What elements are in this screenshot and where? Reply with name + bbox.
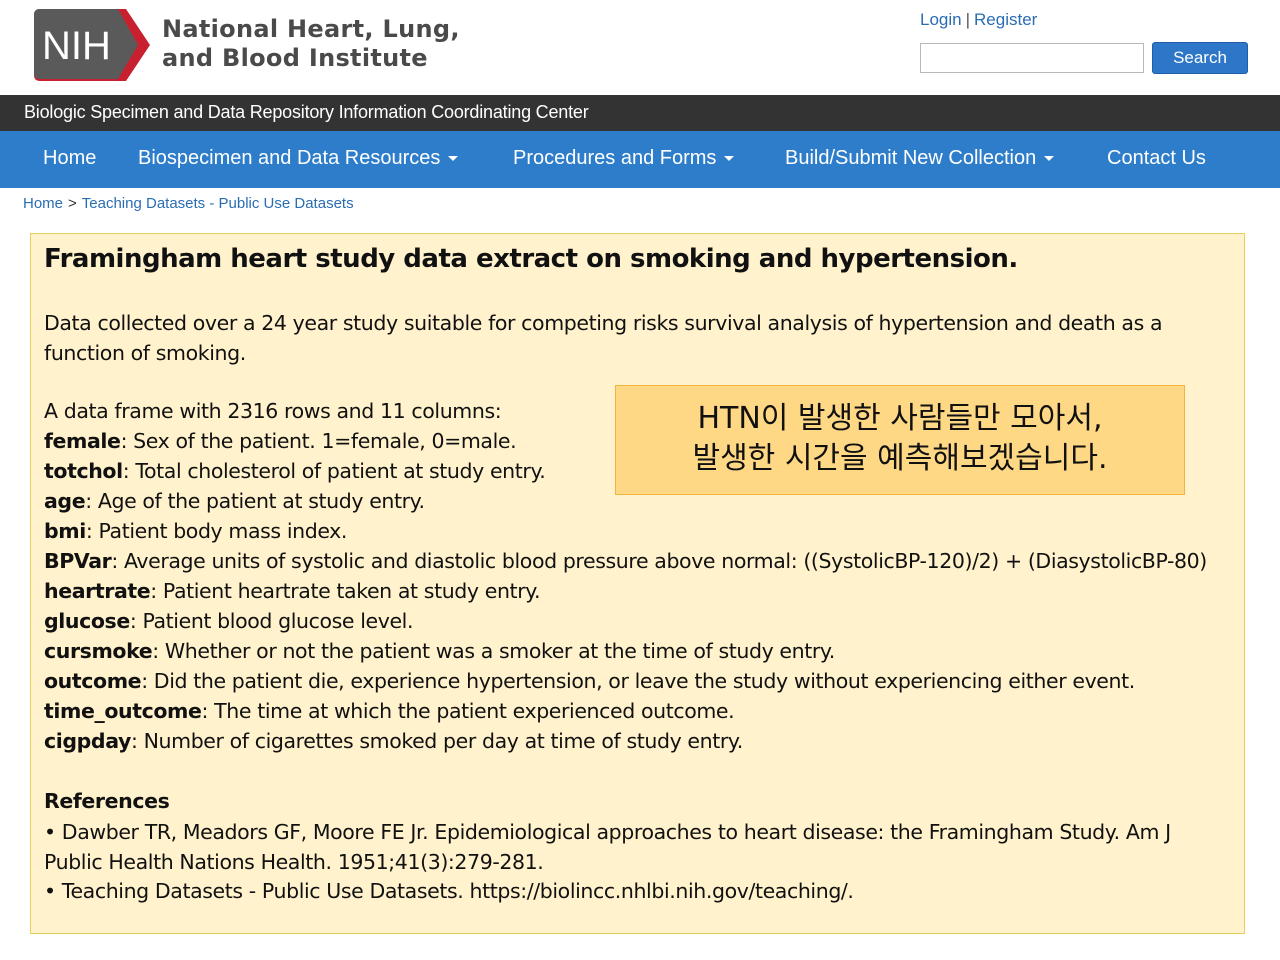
- variable-desc: : Total cholesterol of patient at study …: [122, 459, 546, 483]
- institute-name[interactable]: National Heart, Lung, and Blood Institut…: [162, 15, 460, 73]
- callout-line2: 발생한 시간을 예측해보겠습니다.: [692, 441, 1108, 476]
- breadcrumb-current[interactable]: Teaching Datasets - Public Use Datasets: [82, 195, 354, 212]
- variable-name: outcome: [44, 669, 142, 693]
- institute-name-line1: National Heart, Lung,: [162, 15, 460, 43]
- dataset-description: Data collected over a 24 year study suit…: [44, 311, 1163, 365]
- nav-biospecimen-resources[interactable]: Biospecimen and Data Resources: [138, 147, 459, 170]
- logo-text: NIH: [42, 24, 111, 68]
- variable-item: female: Sex of the patient. 1=female, 0=…: [44, 429, 517, 453]
- references-heading: References: [44, 789, 170, 813]
- variable-desc: : Age of the patient at study entry.: [85, 489, 425, 513]
- variable-name: age: [44, 489, 86, 513]
- variable-item: time_outcome: The time at which the pati…: [44, 699, 735, 723]
- nih-logo-icon: NIH: [34, 9, 150, 81]
- variable-desc: : Whether or not the patient was a smoke…: [152, 639, 835, 663]
- site-title: Biologic Specimen and Data Repository In…: [24, 102, 589, 122]
- dataset-panel: Framingham heart study data extract on s…: [30, 233, 1245, 934]
- site-title-bar: Biologic Specimen and Data Repository In…: [0, 95, 1280, 131]
- variable-name: time_outcome: [44, 699, 202, 723]
- breadcrumb-home[interactable]: Home: [23, 195, 63, 212]
- variable-desc: : Did the patient die, experience hypert…: [141, 669, 1135, 693]
- auth-separator: |: [965, 10, 971, 29]
- variable-name: totchol: [44, 459, 123, 483]
- breadcrumb: Home > Teaching Datasets - Public Use Data…: [23, 195, 354, 212]
- institute-name-line2: and Blood Institute: [162, 44, 428, 72]
- nav-home-label: Home: [43, 147, 97, 169]
- nav-contact-us[interactable]: Contact Us: [1107, 147, 1206, 170]
- variable-item: cigpday: Number of cigarettes smoked per…: [44, 729, 743, 753]
- variable-desc: : Average units of systolic and diastoli…: [111, 549, 1207, 573]
- reference-item: • Teaching Datasets - Public Use Dataset…: [44, 879, 854, 903]
- nav-procedures-label: Procedures and Forms: [513, 147, 717, 169]
- variable-name: female: [44, 429, 121, 453]
- callout-line1: HTN이 발생한 사람들만 모아서,: [697, 401, 1103, 436]
- data-frame-intro: A data frame with 2316 rows and 11 colum…: [44, 399, 502, 423]
- nav-build-submit[interactable]: Build/Submit New Collection: [785, 147, 1055, 170]
- nav-procedures-forms[interactable]: Procedures and Forms: [513, 147, 735, 170]
- variable-desc: : Patient body mass index.: [85, 519, 348, 543]
- search-button[interactable]: Search: [1152, 42, 1248, 74]
- variable-item: BPVar: Average units of systolic and dia…: [44, 549, 1207, 573]
- variable-item: outcome: Did the patient die, experience…: [44, 669, 1135, 693]
- nav-build-label: Build/Submit New Collection: [785, 147, 1037, 169]
- variable-desc: : Patient heartrate taken at study entry…: [150, 579, 541, 603]
- variable-name: cursmoke: [44, 639, 153, 663]
- variable-item: bmi: Patient body mass index.: [44, 519, 347, 543]
- variable-item: age: Age of the patient at study entry.: [44, 489, 425, 513]
- reference-item: • Dawber TR, Meadors GF, Moore FE Jr. Ep…: [44, 820, 1171, 874]
- caret-down-icon: [724, 156, 735, 162]
- breadcrumb-separator: >: [68, 195, 77, 212]
- variable-item: cursmoke: Whether or not the patient was…: [44, 639, 835, 663]
- login-link[interactable]: Login: [920, 10, 962, 29]
- nih-logo[interactable]: NIH: [34, 9, 150, 81]
- variable-item: glucose: Patient blood glucose level.: [44, 609, 413, 633]
- main-nav: Home Biospecimen and Data Resources Proc…: [0, 131, 1280, 188]
- variable-desc: : Sex of the patient. 1=female, 0=male.: [120, 429, 517, 453]
- variable-name: glucose: [44, 609, 130, 633]
- variable-name: cigpday: [44, 729, 131, 753]
- search-input[interactable]: [920, 43, 1144, 73]
- variable-item: heartrate: Patient heartrate taken at st…: [44, 579, 541, 603]
- annotation-callout: HTN이 발생한 사람들만 모아서, 발생한 시간을 예측해보겠습니다.: [615, 385, 1185, 495]
- variable-name: BPVar: [44, 549, 112, 573]
- variable-name: heartrate: [44, 579, 151, 603]
- auth-links: Login | Register: [920, 10, 1037, 30]
- variable-desc: : Number of cigarettes smoked per day at…: [130, 729, 743, 753]
- caret-down-icon: [448, 156, 459, 162]
- page-title: Framingham heart study data extract on s…: [44, 244, 1018, 274]
- references-heading-text: References: [44, 789, 170, 813]
- nav-contact-label: Contact Us: [1107, 147, 1206, 169]
- variable-desc: : Patient blood glucose level.: [129, 609, 414, 633]
- variable-desc: : The time at which the patient experien…: [201, 699, 735, 723]
- nav-biospecimen-label: Biospecimen and Data Resources: [138, 147, 441, 169]
- nav-home[interactable]: Home: [43, 147, 96, 170]
- variable-name: bmi: [44, 519, 86, 543]
- register-link[interactable]: Register: [974, 10, 1037, 29]
- caret-down-icon: [1044, 156, 1055, 162]
- variable-item: totchol: Total cholesterol of patient at…: [44, 459, 546, 483]
